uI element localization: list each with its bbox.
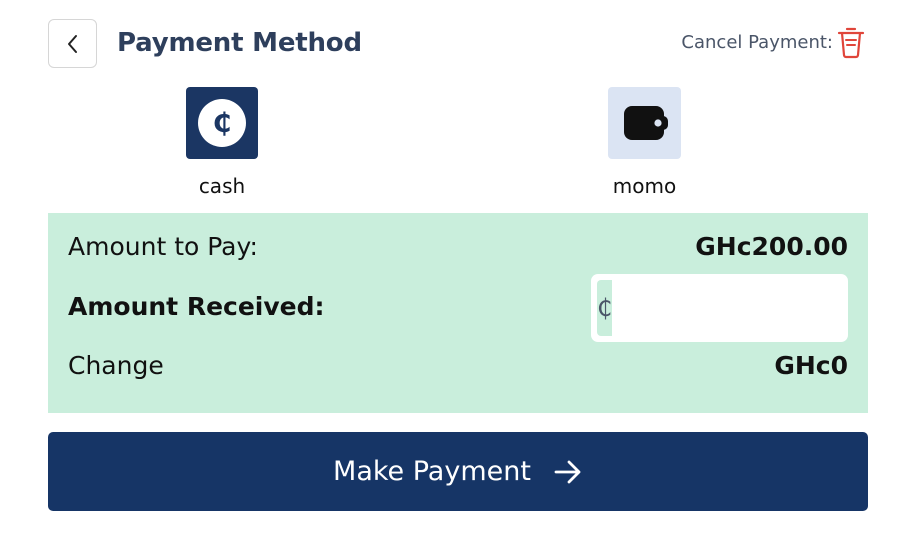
- cedi-coin-icon: ₵: [198, 99, 246, 147]
- page-title: Payment Method: [117, 28, 362, 58]
- chevron-left-icon: [67, 34, 77, 53]
- method-label-momo: momo: [612, 174, 677, 198]
- payment-method-cash[interactable]: ₵ cash: [186, 87, 258, 198]
- cedi-prefix-icon: ₵: [597, 280, 613, 336]
- trash-icon: [837, 27, 865, 59]
- amount-received-field[interactable]: ₵: [591, 274, 910, 342]
- cancel-payment-label: Cancel Payment:: [681, 31, 833, 53]
- arrow-right-icon: [554, 460, 581, 483]
- change-value: GHc0: [774, 351, 848, 380]
- momo-tile: [608, 87, 681, 159]
- method-label-cash: cash: [198, 174, 246, 198]
- wallet-icon: [623, 106, 668, 140]
- amount-received-label: Amount Received:: [68, 292, 325, 321]
- back-button[interactable]: [48, 19, 97, 68]
- make-payment-label: Make Payment: [333, 456, 531, 487]
- change-label: Change: [68, 351, 164, 380]
- amount-to-pay-label: Amount to Pay:: [68, 232, 258, 261]
- cancel-payment-button[interactable]: Cancel Payment:: [681, 25, 866, 59]
- amount-to-pay-value: GHc200.00: [695, 232, 848, 261]
- payment-method-momo[interactable]: momo: [608, 87, 681, 198]
- svg-text:₵: ₵: [213, 108, 232, 139]
- payment-summary: Amount to Pay: GHc200.00 Amount Received…: [48, 213, 910, 413]
- amount-received-input[interactable]: [612, 280, 910, 336]
- make-payment-button[interactable]: Make Payment: [48, 432, 868, 511]
- cash-tile: ₵: [186, 87, 258, 159]
